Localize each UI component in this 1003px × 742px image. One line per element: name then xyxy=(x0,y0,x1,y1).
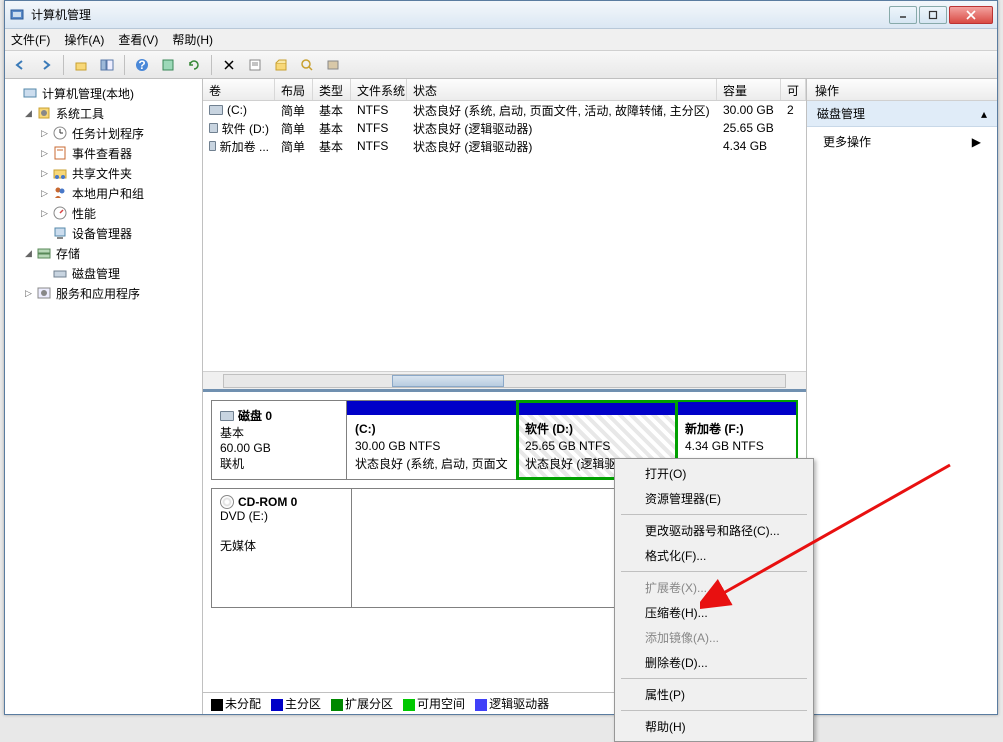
volume-icon xyxy=(209,141,216,151)
col-fs[interactable]: 文件系统 xyxy=(351,79,407,100)
properties-icon[interactable] xyxy=(244,54,266,76)
volume-list[interactable]: (C:) 简单 基本 NTFS 状态良好 (系统, 启动, 页面文件, 活动, … xyxy=(203,101,806,371)
forward-button[interactable] xyxy=(35,54,57,76)
nav-tree[interactable]: 计算机管理(本地) ◢系统工具 ▷任务计划程序 ▷事件查看器 ▷共享文件夹 ▷本… xyxy=(5,79,203,714)
ctx-mirror: 添加镜像(A)... xyxy=(617,625,811,650)
tree-sharedfolders[interactable]: ▷共享文件夹 xyxy=(7,163,200,183)
tb-icon-4[interactable] xyxy=(322,54,344,76)
list-row[interactable]: (C:) 简单 基本 NTFS 状态良好 (系统, 启动, 页面文件, 活动, … xyxy=(203,101,806,119)
volume-icon xyxy=(209,105,223,115)
window-buttons xyxy=(889,6,993,24)
col-status[interactable]: 状态 xyxy=(407,79,717,100)
ctx-properties[interactable]: 属性(P) xyxy=(617,682,811,707)
window-title: 计算机管理 xyxy=(31,6,889,23)
body: 计算机管理(本地) ◢系统工具 ▷任务计划程序 ▷事件查看器 ▷共享文件夹 ▷本… xyxy=(5,79,997,714)
main-window: 计算机管理 文件(F) 操作(A) 查看(V) 帮助(H) ? 计算机管理(本地… xyxy=(4,0,998,715)
up-button[interactable] xyxy=(70,54,92,76)
disk-icon xyxy=(220,411,234,421)
col-volume[interactable]: 卷 xyxy=(203,79,275,100)
tree-eventviewer[interactable]: ▷事件查看器 xyxy=(7,143,200,163)
actions-section[interactable]: 磁盘管理▴ xyxy=(807,101,997,127)
delete-icon[interactable] xyxy=(218,54,240,76)
minimize-button[interactable] xyxy=(889,6,917,24)
col-capacity[interactable]: 容量 xyxy=(717,79,781,100)
list-row[interactable]: 新加卷 ... 简单 基本 NTFS 状态良好 (逻辑驱动器) 4.34 GB xyxy=(203,137,806,155)
col-free[interactable]: 可 xyxy=(781,79,806,100)
titlebar: 计算机管理 xyxy=(5,1,997,29)
tb-icon-1[interactable] xyxy=(157,54,179,76)
close-button[interactable] xyxy=(949,6,993,24)
list-row[interactable]: 软件 (D:) 简单 基本 NTFS 状态良好 (逻辑驱动器) 25.65 GB xyxy=(203,119,806,137)
disk-info[interactable]: 磁盘 0 基本 60.00 GB 联机 xyxy=(212,401,347,479)
tree-diskmanagement[interactable]: 磁盘管理 xyxy=(7,263,200,283)
ctx-explorer[interactable]: 资源管理器(E) xyxy=(617,486,811,511)
tree-localusers[interactable]: ▷本地用户和组 xyxy=(7,183,200,203)
tree-root[interactable]: 计算机管理(本地) xyxy=(7,83,200,103)
ctx-format[interactable]: 格式化(F)... xyxy=(617,543,811,568)
cdrom-icon xyxy=(220,495,234,509)
help-button[interactable]: ? xyxy=(131,54,153,76)
maximize-button[interactable] xyxy=(919,6,947,24)
tb-icon-2[interactable] xyxy=(270,54,292,76)
partition-c[interactable]: (C:) 30.00 GB NTFS 状态良好 (系统, 启动, 页面文 xyxy=(347,401,517,479)
menu-action[interactable]: 操作(A) xyxy=(64,31,104,48)
col-type[interactable]: 类型 xyxy=(313,79,351,100)
tree-devicemanager[interactable]: 设备管理器 xyxy=(7,223,200,243)
actions-panel: 操作 磁盘管理▴ 更多操作▶ xyxy=(807,79,997,714)
actions-more[interactable]: 更多操作▶ xyxy=(807,127,997,156)
list-header: 卷 布局 类型 文件系统 状态 容量 可 xyxy=(203,79,806,101)
chevron-right-icon: ▶ xyxy=(972,135,981,149)
tb-icon-3[interactable] xyxy=(296,54,318,76)
refresh-button[interactable] xyxy=(183,54,205,76)
col-layout[interactable]: 布局 xyxy=(275,79,313,100)
app-icon xyxy=(9,7,25,23)
toolbar: ? xyxy=(5,51,997,79)
tree-systools[interactable]: ◢系统工具 xyxy=(7,103,200,123)
ctx-open[interactable]: 打开(O) xyxy=(617,461,811,486)
collapse-icon: ▴ xyxy=(981,107,987,121)
menu-help[interactable]: 帮助(H) xyxy=(172,31,213,48)
ctx-extend: 扩展卷(X)... xyxy=(617,575,811,600)
menubar: 文件(F) 操作(A) 查看(V) 帮助(H) xyxy=(5,29,997,51)
cdrom-info[interactable]: CD-ROM 0 DVD (E:) 无媒体 xyxy=(212,489,352,607)
h-scrollbar[interactable] xyxy=(203,371,806,389)
back-button[interactable] xyxy=(9,54,31,76)
volume-icon xyxy=(209,123,218,133)
menu-view[interactable]: 查看(V) xyxy=(118,31,158,48)
tree-performance[interactable]: ▷性能 xyxy=(7,203,200,223)
svg-text:?: ? xyxy=(138,58,145,72)
context-menu: 打开(O) 资源管理器(E) 更改驱动器号和路径(C)... 格式化(F)...… xyxy=(614,458,814,742)
actions-header: 操作 xyxy=(807,79,997,101)
ctx-change-letter[interactable]: 更改驱动器号和路径(C)... xyxy=(617,518,811,543)
tree-taskscheduler[interactable]: ▷任务计划程序 xyxy=(7,123,200,143)
menu-file[interactable]: 文件(F) xyxy=(11,31,50,48)
ctx-delete[interactable]: 删除卷(D)... xyxy=(617,650,811,675)
ctx-shrink[interactable]: 压缩卷(H)... xyxy=(617,600,811,625)
tree-storage[interactable]: ◢存储 xyxy=(7,243,200,263)
tree-services[interactable]: ▷服务和应用程序 xyxy=(7,283,200,303)
show-hide-button[interactable] xyxy=(96,54,118,76)
